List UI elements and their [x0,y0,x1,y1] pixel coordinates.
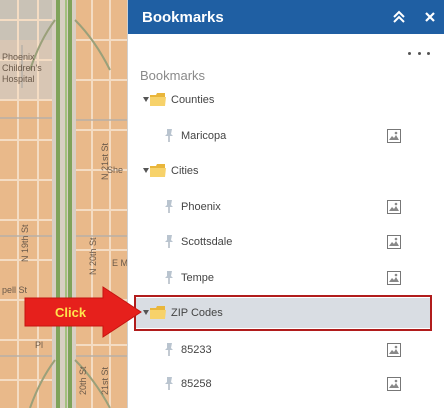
image-thumbnail-icon[interactable] [387,235,401,249]
map-label: N 19th St [20,224,30,262]
bookmarks-panel: Bookmarks Bookmarks Counties Maricopa Ci… [127,0,444,408]
section-label: Bookmarks [140,68,206,83]
bookmark-label: Phoenix [181,201,221,213]
folder-icon [150,164,166,177]
bookmark-label: 85233 [181,344,212,356]
map-label: Pl [35,340,44,350]
expand-caret-icon[interactable] [143,310,149,315]
bookmark-folder-cities[interactable]: Cities [128,158,444,184]
pushpin-icon [165,200,173,213]
bookmark-item-85258[interactable]: 85258 [128,371,444,397]
close-icon [425,12,435,22]
image-thumbnail-icon[interactable] [387,377,401,391]
bookmark-folder-counties[interactable]: Counties [128,87,444,113]
folder-icon [150,306,166,319]
map-label: Children's [2,63,42,73]
double-chevron-up-icon [393,10,405,23]
bookmark-item-maricopa[interactable]: Maricopa [128,123,444,149]
bookmark-label: Tempe [181,272,215,284]
panel-title: Bookmarks [142,8,224,26]
expand-caret-icon[interactable] [143,97,149,102]
pushpin-icon [165,343,173,356]
bookmark-item-scottsdale[interactable]: Scottsdale [128,229,444,255]
bookmark-label: 85258 [181,378,212,390]
map-label: N 20th St [88,237,98,275]
map-label: 20th St [78,366,88,395]
collapse-button[interactable] [389,7,409,27]
bookmark-label: Maricopa [181,130,227,142]
image-thumbnail-icon[interactable] [387,200,401,214]
image-thumbnail-icon[interactable] [387,343,401,357]
panel-header: Bookmarks [128,0,444,34]
map-label: She [107,165,124,175]
callout-text: Click [55,305,87,320]
bookmark-item-tempe[interactable]: Tempe [128,265,444,291]
close-button[interactable] [420,7,440,27]
more-horizontal-icon [427,51,430,55]
map-label: E M [112,258,129,268]
expand-caret-icon[interactable] [143,168,149,173]
more-horizontal-icon [417,51,421,55]
pushpin-icon [165,235,173,248]
image-thumbnail-icon[interactable] [387,271,401,285]
image-thumbnail-icon[interactable] [387,129,401,143]
pushpin-icon [165,377,173,390]
bookmark-label: Scottsdale [181,236,233,248]
bookmark-item-85233[interactable]: 85233 [128,337,444,363]
folder-label: Counties [171,94,215,106]
bookmark-folder-zip-codes[interactable]: ZIP Codes [136,298,430,328]
map-label: Hospital [2,74,35,84]
map-label: 21st St [100,366,110,395]
more-horizontal-icon [408,51,411,55]
folder-label: Cities [171,165,199,177]
more-options-button[interactable] [408,46,430,60]
folder-label: ZIP Codes [171,307,223,319]
bookmark-item-phoenix[interactable]: Phoenix [128,194,444,220]
pushpin-icon [165,271,173,284]
pushpin-icon [165,129,173,142]
folder-icon [150,93,166,106]
map-label: Phoenix [2,52,35,62]
